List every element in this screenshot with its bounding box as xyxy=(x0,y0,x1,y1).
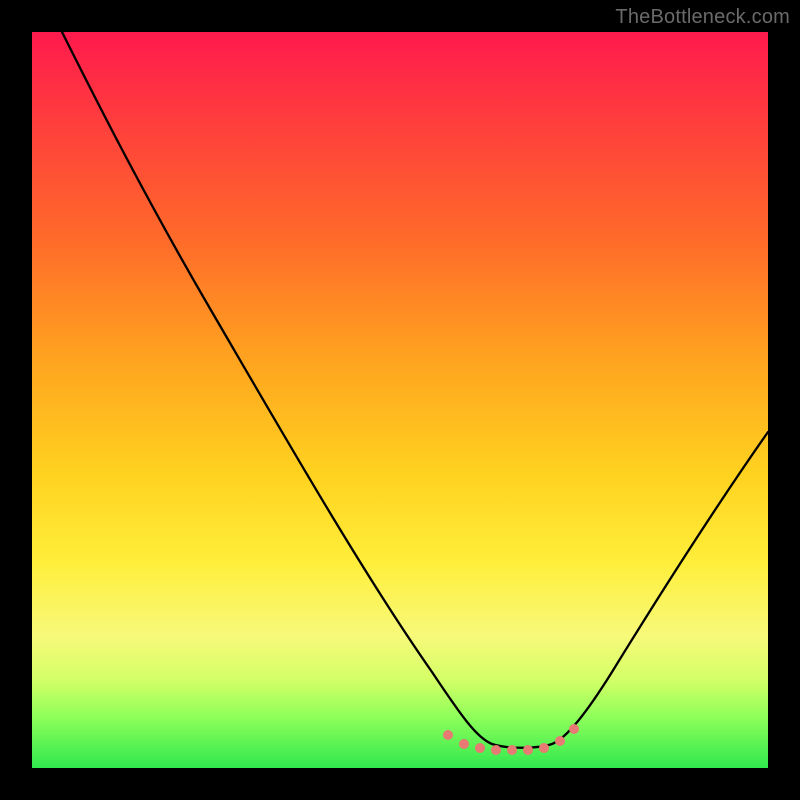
plot-area xyxy=(32,32,768,768)
bottom-marker xyxy=(539,743,549,753)
bottom-marker xyxy=(523,745,533,755)
bottom-marker xyxy=(443,730,453,740)
bottleneck-curve xyxy=(62,32,768,748)
curve-layer xyxy=(32,32,768,768)
bottom-marker xyxy=(491,745,501,755)
chart-frame: TheBottleneck.com xyxy=(0,0,800,800)
bottom-marker xyxy=(555,736,565,746)
bottom-marker xyxy=(475,743,485,753)
bottom-marker-group xyxy=(443,724,579,755)
watermark-text: TheBottleneck.com xyxy=(615,6,790,29)
bottom-marker xyxy=(507,745,517,755)
bottom-marker xyxy=(569,724,579,734)
bottom-marker xyxy=(459,739,469,749)
